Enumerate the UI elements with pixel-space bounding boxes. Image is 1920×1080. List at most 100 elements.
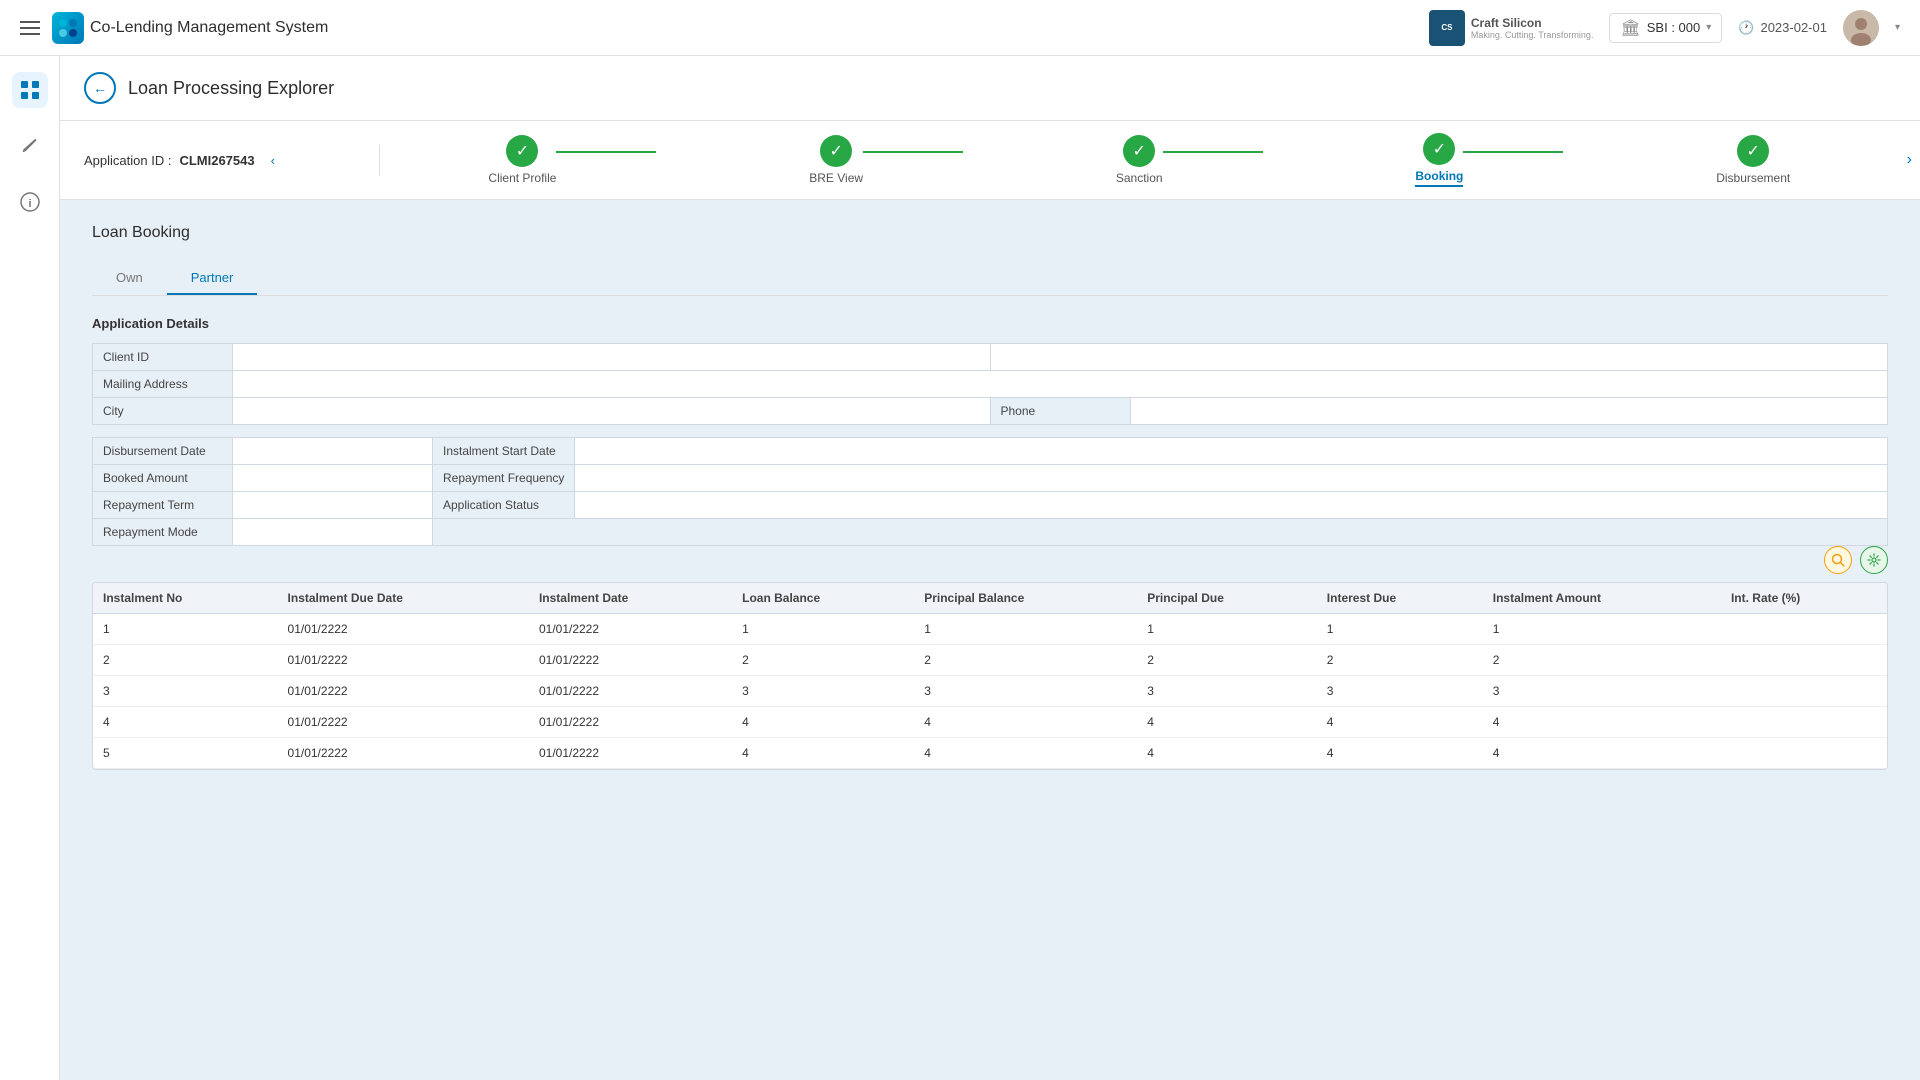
city-label: City bbox=[93, 398, 233, 425]
col-principal-due: Principal Due bbox=[1137, 583, 1317, 614]
step-bre-view[interactable]: ✓ BRE View bbox=[809, 135, 863, 185]
nav-left: Co-Lending Management System bbox=[20, 12, 328, 44]
step-label-sanction: Sanction bbox=[1116, 171, 1163, 185]
table-cell: 3 bbox=[1137, 676, 1317, 707]
connector-4 bbox=[1463, 151, 1563, 153]
table-cell: 01/01/2222 bbox=[278, 645, 529, 676]
table-cell bbox=[1721, 645, 1887, 676]
mailing-address-value[interactable] bbox=[233, 371, 1888, 398]
table-row: 401/01/222201/01/222244444 bbox=[93, 707, 1887, 738]
col-principal-balance: Principal Balance bbox=[914, 583, 1137, 614]
bank-dropdown-arrow[interactable]: ▾ bbox=[1706, 22, 1711, 33]
repayment-term-label: Repayment Term bbox=[93, 492, 233, 519]
table-cell: 4 bbox=[1317, 707, 1483, 738]
instalment-start-date-value[interactable] bbox=[575, 438, 1888, 465]
table-cell: 5 bbox=[93, 738, 278, 769]
table-cell bbox=[1721, 738, 1887, 769]
hamburger-menu[interactable] bbox=[20, 21, 40, 35]
back-arrow-icon: ← bbox=[93, 80, 107, 96]
table-row: Mailing Address bbox=[93, 371, 1888, 398]
city-value[interactable] bbox=[233, 398, 991, 425]
table-cell: 01/01/2222 bbox=[278, 676, 529, 707]
app-id-value: CLMI267543 bbox=[179, 153, 254, 168]
repayment-frequency-value[interactable] bbox=[575, 465, 1888, 492]
table-cell: 4 bbox=[1483, 707, 1721, 738]
cs-logo: CS bbox=[1429, 10, 1465, 46]
table-cell: 3 bbox=[1317, 676, 1483, 707]
sidebar-item-grid[interactable] bbox=[12, 72, 48, 108]
step-row-client-profile: ✓ Client Profile bbox=[488, 135, 656, 185]
table-cell: 3 bbox=[732, 676, 914, 707]
table-cell bbox=[1721, 676, 1887, 707]
table-cell: 4 bbox=[1317, 738, 1483, 769]
step-disbursement[interactable]: ✓ Disbursement bbox=[1716, 135, 1790, 185]
svg-text:i: i bbox=[28, 198, 31, 210]
repayment-frequency-label: Repayment Frequency bbox=[433, 465, 575, 492]
back-button[interactable]: ← bbox=[84, 72, 116, 104]
table-cell: 1 bbox=[93, 614, 278, 645]
instalment-table-container: Instalment No Instalment Due Date Instal… bbox=[92, 582, 1888, 770]
table-row: 101/01/222201/01/222211111 bbox=[93, 614, 1887, 645]
table-cell: 2 bbox=[1137, 645, 1317, 676]
table-cell: 2 bbox=[1483, 645, 1721, 676]
user-avatar[interactable] bbox=[1843, 10, 1879, 46]
repayment-mode-label: Repayment Mode bbox=[93, 519, 233, 546]
table-cell: 01/01/2222 bbox=[529, 676, 732, 707]
connector-3 bbox=[1163, 151, 1263, 153]
table-cell bbox=[1721, 707, 1887, 738]
table-cell: 2 bbox=[93, 645, 278, 676]
user-dropdown-arrow[interactable]: ▾ bbox=[1895, 22, 1900, 33]
nav-right: CS Craft Silicon Making. Cutting. Transf… bbox=[1429, 10, 1900, 46]
step-label-disbursement: Disbursement bbox=[1716, 171, 1790, 185]
table-row: 201/01/222201/01/222222222 bbox=[93, 645, 1887, 676]
table-cell: 4 bbox=[1483, 738, 1721, 769]
table-cell: 4 bbox=[914, 707, 1137, 738]
step-row-sanction: ✓ Sanction bbox=[1116, 135, 1263, 185]
client-info-table: Client ID Mailing Address City Phone bbox=[92, 343, 1888, 425]
application-status-value[interactable] bbox=[575, 492, 1888, 519]
phone-value[interactable] bbox=[1130, 398, 1888, 425]
next-step-arrow[interactable]: › bbox=[1899, 143, 1920, 177]
step-sanction[interactable]: ✓ Sanction bbox=[1116, 135, 1163, 185]
client-id-value[interactable] bbox=[233, 344, 991, 371]
step-icon-booking: ✓ bbox=[1423, 133, 1455, 165]
table-cell: 3 bbox=[914, 676, 1137, 707]
prev-step-arrow[interactable]: ‹ bbox=[271, 153, 275, 168]
table-row: Repayment Term Application Status bbox=[93, 492, 1888, 519]
workflow-nav-arrows: › bbox=[1899, 143, 1920, 177]
instalment-table: Instalment No Instalment Due Date Instal… bbox=[93, 583, 1887, 769]
step-booking[interactable]: ✓ Booking bbox=[1415, 133, 1463, 187]
repayment-term-value[interactable] bbox=[233, 492, 433, 519]
col-int-rate: Int. Rate (%) bbox=[1721, 583, 1887, 614]
table-cell: 3 bbox=[1483, 676, 1721, 707]
app-title: Co-Lending Management System bbox=[90, 19, 328, 37]
table-cell: 1 bbox=[1317, 614, 1483, 645]
workflow-steps: ✓ Client Profile ✓ BRE View ✓ Sanction bbox=[380, 133, 1899, 187]
table-cell: 01/01/2222 bbox=[278, 707, 529, 738]
booked-amount-label: Booked Amount bbox=[93, 465, 233, 492]
top-navigation: Co-Lending Management System CS Craft Si… bbox=[0, 0, 1920, 56]
workflow-bar: Application ID : CLMI267543 ‹ ✓ Client P… bbox=[60, 121, 1920, 200]
bank-selector[interactable]: 🏛 SBI : 000 ▾ bbox=[1609, 13, 1722, 43]
step-client-profile[interactable]: ✓ Client Profile bbox=[488, 135, 556, 185]
main-content: ← Loan Processing Explorer Application I… bbox=[60, 56, 1920, 1080]
repayment-mode-value[interactable] bbox=[233, 519, 433, 546]
sidebar-item-alerts[interactable]: i bbox=[12, 184, 48, 220]
clock-icon: 🕐 bbox=[1738, 20, 1754, 36]
disbursement-date-value[interactable] bbox=[233, 438, 433, 465]
settings-action-button[interactable] bbox=[1860, 546, 1888, 574]
tab-own[interactable]: Own bbox=[92, 262, 167, 295]
search-action-button[interactable] bbox=[1824, 546, 1852, 574]
mailing-address-label: Mailing Address bbox=[93, 371, 233, 398]
header-row: Instalment No Instalment Due Date Instal… bbox=[93, 583, 1887, 614]
booking-tabs: Own Partner bbox=[92, 262, 1888, 296]
tab-partner[interactable]: Partner bbox=[167, 262, 258, 295]
table-cell: 01/01/2222 bbox=[529, 707, 732, 738]
sidebar-item-edit[interactable] bbox=[12, 128, 48, 164]
step-label-booking: Booking bbox=[1415, 169, 1463, 187]
table-cell: 01/01/2222 bbox=[529, 645, 732, 676]
table-cell: 3 bbox=[93, 676, 278, 707]
table-cell bbox=[1721, 614, 1887, 645]
sidebar: i bbox=[0, 56, 60, 1080]
booked-amount-value[interactable] bbox=[233, 465, 433, 492]
